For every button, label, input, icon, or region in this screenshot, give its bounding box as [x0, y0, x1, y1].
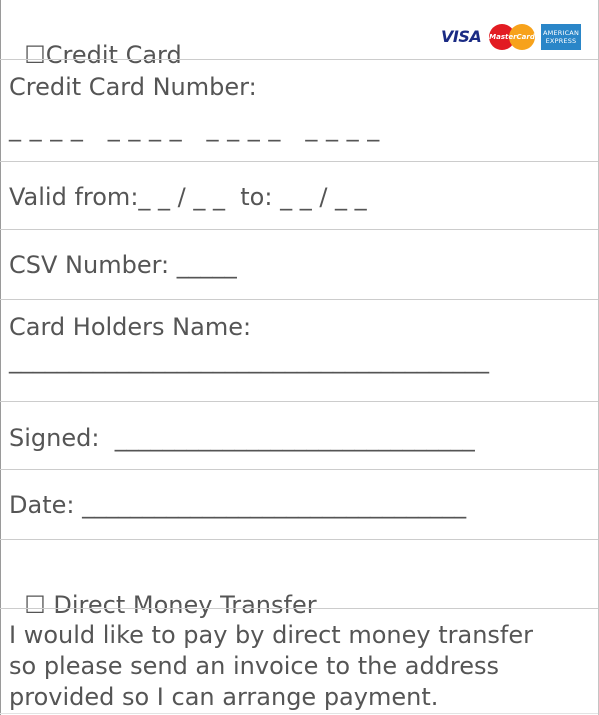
card-number-field[interactable]: _ _ _ _ _ _ _ _ _ _ _ _ _ _ _ _	[9, 113, 380, 143]
direct-transfer-option[interactable]: ☐ Direct Money Transfer	[9, 560, 317, 620]
card-number-label: Credit Card Number:	[9, 73, 257, 101]
mastercard-logo-text: MasterCard	[489, 33, 535, 41]
csv-number-field[interactable]: CSV Number: _____	[9, 250, 237, 280]
valid-dates-field[interactable]: Valid from:_ _ / _ _ to: _ _ / _ _	[9, 182, 367, 212]
divider	[0, 299, 598, 300]
credit-card-label: Credit Card	[45, 41, 182, 69]
transfer-note-line: so please send an invoice to the address	[9, 652, 500, 680]
divider	[0, 229, 598, 230]
mastercard-logo: MasterCard	[487, 24, 537, 50]
transfer-note-line: provided so I can arrange payment.	[9, 683, 439, 711]
divider	[0, 401, 598, 402]
amex-logo-line1: AMERICAN	[542, 29, 580, 37]
amex-logo-line2: EXPRESS	[545, 37, 577, 45]
signature-field[interactable]: Signed: ______________________________	[9, 423, 475, 453]
transfer-note-line: I would like to pay by direct money tran…	[9, 621, 533, 649]
card-holder-field[interactable]: ________________________________________	[9, 345, 489, 375]
divider	[0, 713, 598, 714]
direct-transfer-label: Direct Money Transfer	[45, 591, 317, 619]
credit-card-checkbox[interactable]: ☐	[24, 40, 46, 70]
divider	[0, 59, 598, 60]
divider	[0, 608, 598, 609]
divider	[0, 539, 598, 540]
date-field[interactable]: Date: ________________________________	[9, 490, 466, 520]
card-holder-label: Card Holders Name:	[9, 313, 252, 341]
visa-logo: VISA	[441, 27, 482, 46]
credit-card-option[interactable]: ☐Credit Card	[9, 10, 182, 70]
card-logos: VISA MasterCard AMERICAN EXPRESS	[441, 24, 581, 50]
amex-logo: AMERICAN EXPRESS	[541, 24, 581, 50]
divider	[0, 469, 598, 470]
direct-transfer-checkbox[interactable]: ☐	[24, 590, 46, 620]
divider	[0, 161, 598, 162]
